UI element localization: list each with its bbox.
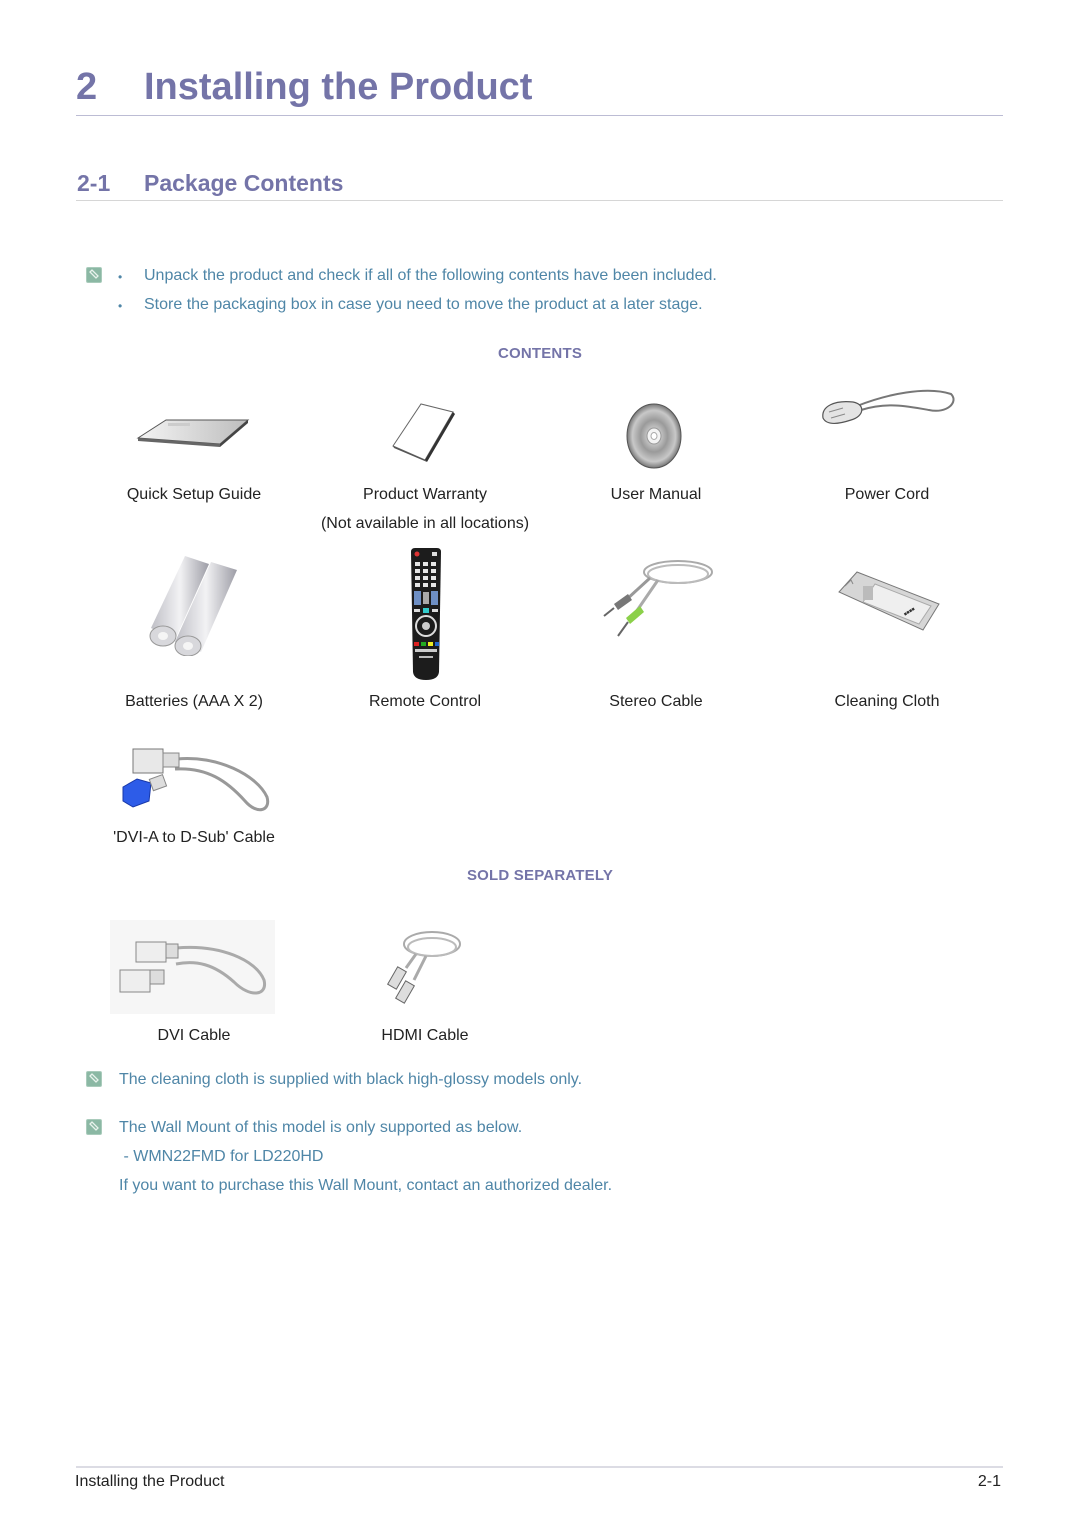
item-label-dvi-cable: DVI Cable — [157, 1027, 231, 1044]
dvi-cable-icon — [110, 920, 275, 1014]
stereo-cable-icon — [600, 556, 716, 647]
item-label-cleaning-cloth: Cleaning Cloth — [834, 693, 940, 710]
sold-separately-heading: SOLD SEPARATELY — [466, 867, 614, 884]
item-label-user-manual: User Manual — [610, 486, 702, 503]
note-icon — [86, 1119, 102, 1135]
item-sublabel-product-warranty: (Not available in all locations) — [320, 515, 530, 532]
footer-divider — [76, 1466, 1003, 1468]
bullet-2: • — [118, 299, 123, 313]
item-label-remote-control: Remote Control — [368, 693, 482, 710]
wall-mount-note-line-2: - WMN22FMD for LD220HD — [119, 1148, 324, 1165]
cleaning-cloth-icon: ■■■■ — [835, 570, 943, 639]
item-label-power-cord: Power Cord — [844, 486, 930, 503]
note-icon — [86, 267, 102, 283]
note-icon — [86, 1071, 102, 1087]
intro-note-2: Store the packaging box in case you need… — [144, 296, 703, 313]
chapter-title: Installing the Product — [144, 66, 533, 108]
section-number: 2-1 — [77, 170, 111, 196]
chapter-number: 2 — [76, 66, 98, 108]
batteries-icon — [145, 552, 241, 661]
item-label-quick-setup-guide: Quick Setup Guide — [126, 486, 262, 503]
cleaning-cloth-note: The cleaning cloth is supplied with blac… — [119, 1071, 583, 1088]
item-label-hdmi-cable: HDMI Cable — [381, 1027, 469, 1044]
dvi-dsub-cable-icon — [117, 745, 271, 820]
footer-chapter-title: Installing the Product — [75, 1473, 225, 1490]
item-label-stereo-cable: Stereo Cable — [609, 693, 703, 710]
item-label-batteries: Batteries (AAA X 2) — [125, 693, 263, 710]
item-label-product-warranty: Product Warranty — [363, 486, 487, 503]
section-divider — [76, 200, 1003, 201]
section-title: Package Contents — [144, 170, 344, 196]
wall-mount-note-line-3: If you want to purchase this Wall Mount,… — [119, 1177, 613, 1194]
item-label-dvi-dsub-cable: 'DVI-A to D-Sub' Cable — [113, 829, 275, 846]
warranty-card-icon — [391, 402, 457, 467]
contents-heading: CONTENTS — [497, 345, 583, 362]
intro-note-1: Unpack the product and check if all of t… — [144, 267, 717, 284]
power-cord-icon — [817, 388, 957, 437]
wall-mount-note-line-1: The Wall Mount of this model is only sup… — [119, 1119, 523, 1136]
hdmi-cable-icon — [386, 928, 466, 1013]
page-number: 2-1 — [977, 1473, 1001, 1490]
chapter-divider — [76, 115, 1003, 116]
remote-control-icon — [409, 548, 443, 685]
cd-icon — [626, 403, 682, 474]
booklet-icon — [136, 414, 250, 455]
bullet-1: • — [118, 270, 123, 284]
